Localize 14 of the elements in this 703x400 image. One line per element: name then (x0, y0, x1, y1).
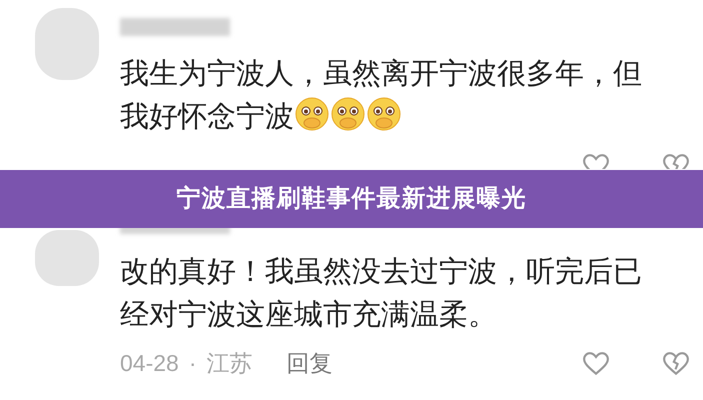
comment-text: 我生为宁波人，虽然离开宁波很多年，但我好怀念宁波 (120, 57, 643, 135)
emoji-icon (366, 96, 402, 132)
banner-title: 宁波直播刷鞋事件最新进展曝光 (176, 184, 526, 214)
reply-link[interactable]: 回复 (286, 346, 332, 380)
comment-location: 江苏 (206, 348, 252, 378)
emoji-icon (294, 96, 330, 132)
broken-heart-icon[interactable] (662, 350, 690, 376)
broken-heart-icon[interactable] (662, 152, 690, 169)
comment-date: 04-28 (120, 348, 179, 378)
like-icon[interactable] (582, 152, 610, 169)
separator-dot: · (188, 348, 196, 378)
comment-text: 改的真好！我虽然没去过宁波，听完后已经对宁波这座城市充满温柔。 (120, 255, 643, 333)
emoji-icon (330, 96, 366, 132)
like-icon[interactable] (582, 350, 610, 376)
